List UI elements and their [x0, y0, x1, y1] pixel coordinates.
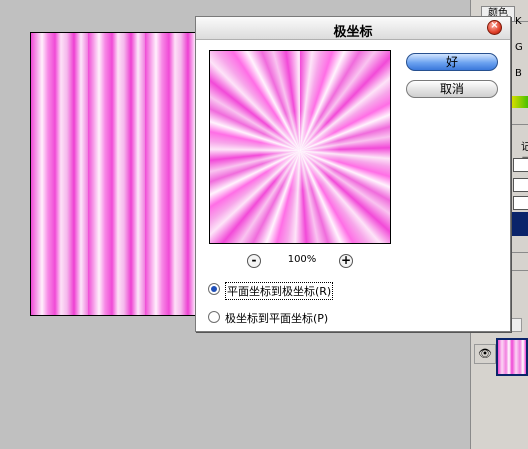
- polar-coordinates-dialog: 极坐标 × - 100% + 平面坐标到极坐标(R) 极坐标到平面坐标(P) 好…: [195, 16, 511, 332]
- history-item-icon[interactable]: [513, 196, 528, 210]
- channel-k-label: K: [515, 16, 522, 27]
- close-button[interactable]: ×: [487, 20, 502, 35]
- close-icon: ×: [490, 20, 499, 31]
- history-item-icon[interactable]: [513, 158, 528, 172]
- polar-to-rect-label[interactable]: 极坐标到平面坐标(P): [225, 310, 328, 326]
- dialog-title: 极坐标: [333, 25, 373, 40]
- zoom-out-button[interactable]: -: [247, 254, 261, 268]
- history-item-selected[interactable]: [511, 212, 528, 236]
- filter-preview[interactable]: [209, 50, 391, 244]
- ok-button[interactable]: 好: [406, 53, 498, 71]
- color-ramp[interactable]: [511, 96, 528, 108]
- rect-to-polar-label[interactable]: 平面坐标到极坐标(R): [225, 282, 334, 300]
- cancel-button[interactable]: 取消: [406, 80, 498, 98]
- layer-thumbnail[interactable]: [496, 338, 528, 376]
- title-bar[interactable]: 极坐标 ×: [196, 17, 510, 40]
- zoom-in-button[interactable]: +: [339, 254, 353, 268]
- channel-g-label: G: [515, 42, 523, 53]
- polar-to-rect-radio[interactable]: [208, 311, 220, 323]
- zoom-level: 100%: [287, 254, 317, 265]
- eye-icon[interactable]: 👁: [474, 344, 496, 364]
- rect-to-polar-radio[interactable]: [208, 283, 220, 295]
- history-item-icon[interactable]: [513, 178, 528, 192]
- preview-image: [210, 51, 390, 243]
- document-canvas[interactable]: [30, 32, 200, 316]
- channel-b-label: B: [515, 68, 522, 79]
